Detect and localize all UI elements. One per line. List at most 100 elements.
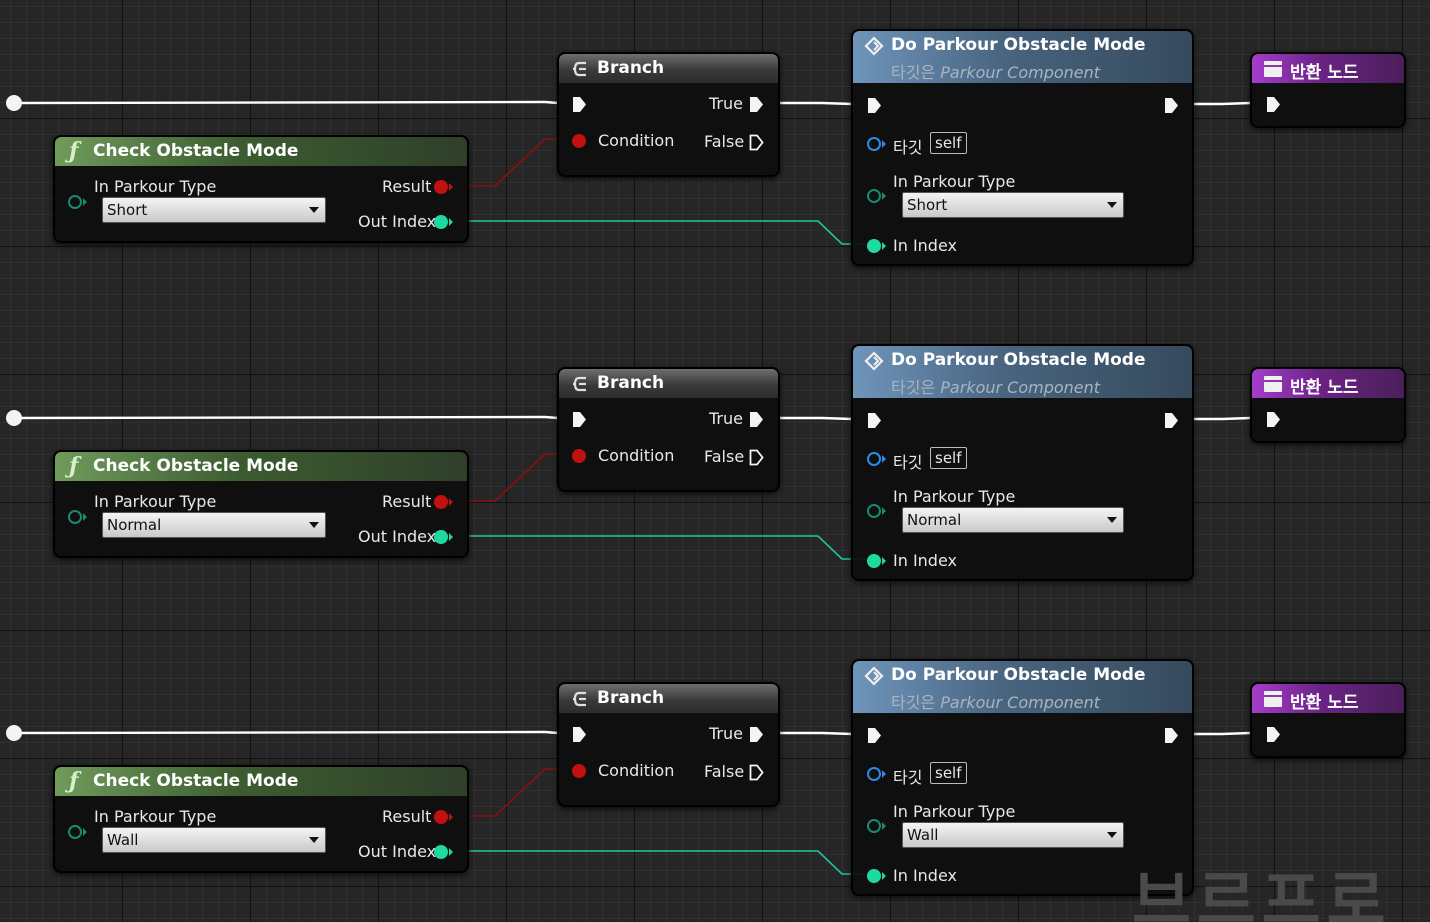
branch-false-label: False [704,447,745,466]
return-node[interactable]: 반환 노드 [1250,682,1406,758]
do-target-pin[interactable] [867,137,881,151]
do-parkour-obstacle-mode-node[interactable]: Do Parkour Obstacle Mode 타깃은 Parkour Comp… [851,344,1194,581]
branch-node[interactable]: Branch True Condition False [557,682,780,807]
do-in-index-pin[interactable] [867,554,881,568]
return-exec-in-pin[interactable] [1266,411,1281,428]
branch-icon [571,689,591,714]
check-result-pin[interactable] [434,495,448,509]
self-value[interactable]: self [930,447,967,469]
branch-condition-label: Condition [598,131,675,150]
do-parkour-obstacle-mode-node[interactable]: Do Parkour Obstacle Mode 타깃은 Parkour Comp… [851,659,1194,896]
exec-wire-in [13,730,559,735]
target-class: Parkour Component [940,63,1101,82]
branch-false-pin[interactable] [749,764,764,781]
check-result-pin[interactable] [434,810,448,824]
check-out-index-pin[interactable] [434,845,448,859]
do-exec-out-pin[interactable] [1164,727,1179,744]
do-exec-in-pin[interactable] [867,412,882,429]
check-type-dropdown[interactable]: Wall [102,827,326,853]
return-node[interactable]: 반환 노드 [1250,367,1406,443]
do-in-type-pin-arrow [882,507,886,515]
branch-title: Branch [597,373,665,393]
check-out-index-pin[interactable] [434,530,448,544]
do-target-pin[interactable] [867,452,881,466]
target-prefix: 타깃은 [891,693,936,712]
do-in-index-pin[interactable] [867,869,881,883]
chevron-down-icon [309,522,319,528]
do-parkour-obstacle-mode-node[interactable]: Do Parkour Obstacle Mode 타깃은 Parkour Comp… [851,29,1194,266]
do-in-type-pin[interactable] [867,504,881,518]
branch-condition-label: Condition [598,761,675,780]
do-target-subtitle: 타깃은 Parkour Component [891,689,1100,713]
do-target-pin-arrow [882,770,886,778]
check-out-index-label: Out Index [358,842,437,861]
check-obstacle-mode-node[interactable]: ƒ Check Obstacle Mode In Parkour Type Norma… [53,450,469,558]
return-exec-in-pin[interactable] [1266,726,1281,743]
check-obstacle-mode-node[interactable]: ƒ Check Obstacle Mode In Parkour Type Wall R… [53,765,469,873]
branch-node[interactable]: Branch True Condition False [557,367,780,492]
do-title: Do Parkour Obstacle Mode [891,350,1146,370]
check-in-type-pin-arrow [83,198,87,206]
branch-icon [571,59,591,84]
branch-true-pin[interactable] [749,726,764,743]
check-in-type-pin[interactable] [68,825,82,839]
branch-condition-pin[interactable] [572,134,586,148]
check-type-dropdown[interactable]: Short [102,197,326,223]
do-exec-in-pin[interactable] [867,97,882,114]
check-in-type-label: In Parkour Type [94,807,217,826]
do-in-index-label: In Index [893,236,957,255]
branch-false-pin[interactable] [749,134,764,151]
branch-header: Branch [559,54,778,83]
do-target-label: 타깃 [893,768,923,787]
do-exec-in-pin[interactable] [867,727,882,744]
branch-title: Branch [597,688,665,708]
check-out-index-pin[interactable] [434,215,448,229]
self-value[interactable]: self [930,132,967,154]
do-in-index-pin-arrow [882,872,886,880]
branch-exec-in-pin[interactable] [572,726,587,743]
check-in-type-pin[interactable] [68,195,82,209]
branch-false-pin[interactable] [749,449,764,466]
call-function-icon [864,351,884,376]
branch-condition-pin[interactable] [572,764,586,778]
exec-reroute-knob[interactable] [6,410,22,426]
exec-reroute-knob[interactable] [6,725,22,741]
branch-true-pin[interactable] [749,411,764,428]
do-exec-out-pin[interactable] [1164,412,1179,429]
do-target-pin[interactable] [867,767,881,781]
branch-condition-pin[interactable] [572,449,586,463]
branch-condition-label: Condition [598,446,675,465]
branch-exec-in-pin[interactable] [572,411,587,428]
branch-true-pin[interactable] [749,96,764,113]
do-target-pin-arrow [882,455,886,463]
self-value[interactable]: self [930,762,967,784]
do-target-pin-arrow [882,140,886,148]
do-type-dropdown[interactable]: Wall [902,822,1124,848]
return-node[interactable]: 반환 노드 [1250,52,1406,128]
exec-reroute-knob[interactable] [6,95,22,111]
check-in-type-pin[interactable] [68,510,82,524]
branch-title: Branch [597,58,665,78]
branch-node[interactable]: Branch True Condition False [557,52,780,177]
do-in-index-pin[interactable] [867,239,881,253]
exec-wire-true [780,101,853,106]
check-type-dropdown[interactable]: Normal [102,512,326,538]
do-exec-out-pin[interactable] [1164,97,1179,114]
check-result-pin[interactable] [434,180,448,194]
do-in-index-label: In Index [893,866,957,885]
return-header: 반환 노드 [1252,684,1404,713]
check-title: Check Obstacle Mode [93,456,299,476]
do-in-type-pin[interactable] [867,819,881,833]
branch-exec-in-pin[interactable] [572,96,587,113]
check-out-index-pin-arrow [449,218,453,226]
check-obstacle-mode-node[interactable]: ƒ Check Obstacle Mode In Parkour Type Short… [53,135,469,243]
branch-icon [571,374,591,399]
do-in-type-pin[interactable] [867,189,881,203]
watermark: 브르프로 [1132,866,1392,922]
do-type-dropdown[interactable]: Normal [902,507,1124,533]
chevron-down-icon [1107,202,1117,208]
check-header: ƒ Check Obstacle Mode [55,767,467,796]
check-result-label: Result [382,807,432,826]
return-exec-in-pin[interactable] [1266,96,1281,113]
do-type-dropdown[interactable]: Short [902,192,1124,218]
